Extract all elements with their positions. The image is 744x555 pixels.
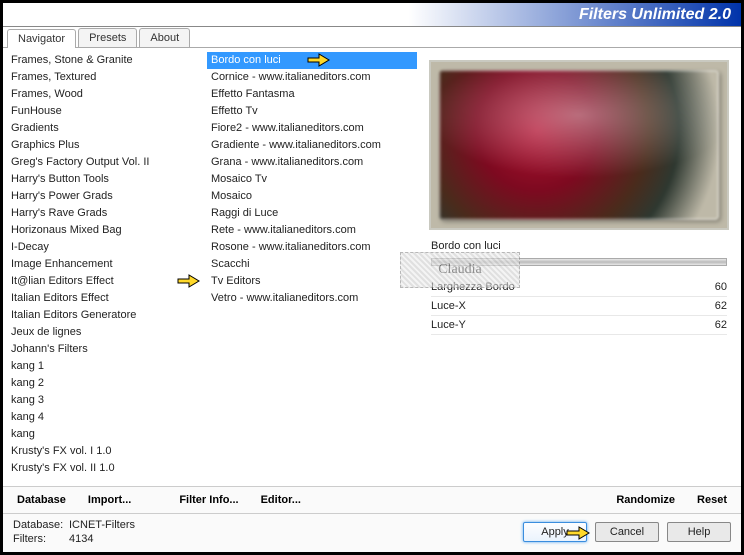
category-item[interactable]: I-Decay <box>7 239 203 256</box>
param-value: 60 <box>715 281 727 293</box>
category-item[interactable]: Harry's Power Grads <box>7 188 203 205</box>
tab-presets[interactable]: Presets <box>78 28 137 47</box>
category-item[interactable]: kang <box>7 426 203 443</box>
filter-item[interactable]: Scacchi <box>207 256 417 273</box>
filter-name-row: Bordo con luci <box>431 240 727 254</box>
category-item[interactable]: kang 4 <box>7 409 203 426</box>
category-item[interactable]: It@lian Editors Effect <box>7 273 203 290</box>
current-filter-name: Bordo con luci <box>431 240 727 254</box>
preview-content <box>439 70 719 220</box>
category-item[interactable]: Italian Editors Effect <box>7 290 203 307</box>
tab-navigator[interactable]: Navigator <box>7 29 76 48</box>
filter-info-button[interactable]: Filter Info... <box>171 491 246 509</box>
category-item[interactable]: Johann's Filters <box>7 341 203 358</box>
category-item[interactable]: Frames, Wood <box>7 86 203 103</box>
param-row[interactable]: Luce-X 62 <box>431 297 727 316</box>
filter-item[interactable]: Fiore2 - www.italianeditors.com <box>207 120 417 137</box>
preview-image <box>429 60 729 230</box>
status-bar: Database:ICNET-Filters Filters:4134 Appl… <box>3 513 741 552</box>
window-title: Filters Unlimited 2.0 <box>579 6 731 24</box>
filter-item[interactable]: Vetro - www.italianeditors.com <box>207 290 417 307</box>
category-item[interactable]: Harry's Button Tools <box>7 171 203 188</box>
filter-column: Bordo con luciCornice - www.italianedito… <box>207 52 417 482</box>
category-list[interactable]: Frames, Stone & GraniteFrames, TexturedF… <box>7 52 203 482</box>
category-item[interactable]: Italian Editors Generatore <box>7 307 203 324</box>
filter-item[interactable]: Tv Editors <box>207 273 417 290</box>
filters-count-value: 4134 <box>69 533 93 545</box>
filter-item[interactable]: Bordo con luci <box>207 52 417 69</box>
filter-list[interactable]: Bordo con luciCornice - www.italianedito… <box>207 52 417 482</box>
category-item[interactable]: Krusty's FX vol. I 1.0 <box>7 443 203 460</box>
filter-item[interactable]: Rete - www.italianeditors.com <box>207 222 417 239</box>
titlebar: Filters Unlimited 2.0 <box>3 3 741 27</box>
param-value: 62 <box>715 300 727 312</box>
category-item[interactable]: Jeux de lignes <box>7 324 203 341</box>
import-button[interactable]: Import... <box>80 491 139 509</box>
filters-count-label: Filters: <box>13 532 69 546</box>
param-label: Luce-Y <box>431 319 466 331</box>
param-row[interactable]: Luce-Y 62 <box>431 316 727 335</box>
param-label: Larghezza Bordo <box>431 281 515 293</box>
cancel-button[interactable]: Cancel <box>595 522 659 542</box>
category-item[interactable]: Image Enhancement <box>7 256 203 273</box>
param-row[interactable]: Larghezza Bordo 60 <box>431 278 727 297</box>
filter-item[interactable]: Effetto Tv <box>207 103 417 120</box>
param-label: Luce-X <box>431 300 466 312</box>
category-item[interactable]: Greg's Factory Output Vol. II <box>7 154 203 171</box>
apply-button[interactable]: Apply <box>523 522 587 542</box>
category-item[interactable]: Graphics Plus <box>7 137 203 154</box>
preview-column: Bordo con luci Larghezza Bordo 60 Luce-X 62… <box>421 52 737 482</box>
filter-item[interactable]: Raggi di Luce <box>207 205 417 222</box>
category-item[interactable]: Krusty's FX vol. II 1.0 <box>7 460 203 477</box>
db-value: ICNET-Filters <box>69 519 135 531</box>
randomize-button[interactable]: Randomize <box>608 491 683 509</box>
tab-about[interactable]: About <box>139 28 190 47</box>
database-button[interactable]: Database <box>9 491 74 509</box>
category-item[interactable]: Horizonaus Mixed Bag <box>7 222 203 239</box>
separator <box>431 258 727 266</box>
window: Filters Unlimited 2.0 NavigatorPresetsAb… <box>0 0 744 555</box>
tab-bar: NavigatorPresetsAbout <box>3 26 741 48</box>
filter-item[interactable]: Rosone - www.italianeditors.com <box>207 239 417 256</box>
help-button[interactable]: Help <box>667 522 731 542</box>
category-item[interactable]: kang 2 <box>7 375 203 392</box>
filter-item[interactable]: Cornice - www.italianeditors.com <box>207 69 417 86</box>
db-label: Database: <box>13 518 69 532</box>
category-item[interactable]: kang 1 <box>7 358 203 375</box>
param-value: 62 <box>715 319 727 331</box>
toolbar-upper: Database Import... Filter Info... Editor… <box>3 486 741 513</box>
reset-button[interactable]: Reset <box>689 491 735 509</box>
category-column: Frames, Stone & GraniteFrames, TexturedF… <box>7 52 203 482</box>
main-area: Frames, Stone & GraniteFrames, TexturedF… <box>3 48 741 486</box>
category-item[interactable]: FunHouse <box>7 103 203 120</box>
filter-item[interactable]: Gradiente - www.italianeditors.com <box>207 137 417 154</box>
filter-item[interactable]: Mosaico Tv <box>207 171 417 188</box>
status-right: Apply Cancel Help <box>523 522 731 542</box>
editor-button[interactable]: Editor... <box>253 491 309 509</box>
filter-item[interactable]: Effetto Fantasma <box>207 86 417 103</box>
category-item[interactable]: kang 3 <box>7 392 203 409</box>
category-item[interactable]: Gradients <box>7 120 203 137</box>
status-left: Database:ICNET-Filters Filters:4134 <box>13 518 135 546</box>
parameter-list: Larghezza Bordo 60 Luce-X 62 Luce-Y 62 <box>431 278 727 335</box>
filter-item[interactable]: Grana - www.italianeditors.com <box>207 154 417 171</box>
filter-item[interactable]: Mosaico <box>207 188 417 205</box>
category-item[interactable]: Frames, Textured <box>7 69 203 86</box>
category-item[interactable]: Frames, Stone & Granite <box>7 52 203 69</box>
category-item[interactable]: Harry's Rave Grads <box>7 205 203 222</box>
